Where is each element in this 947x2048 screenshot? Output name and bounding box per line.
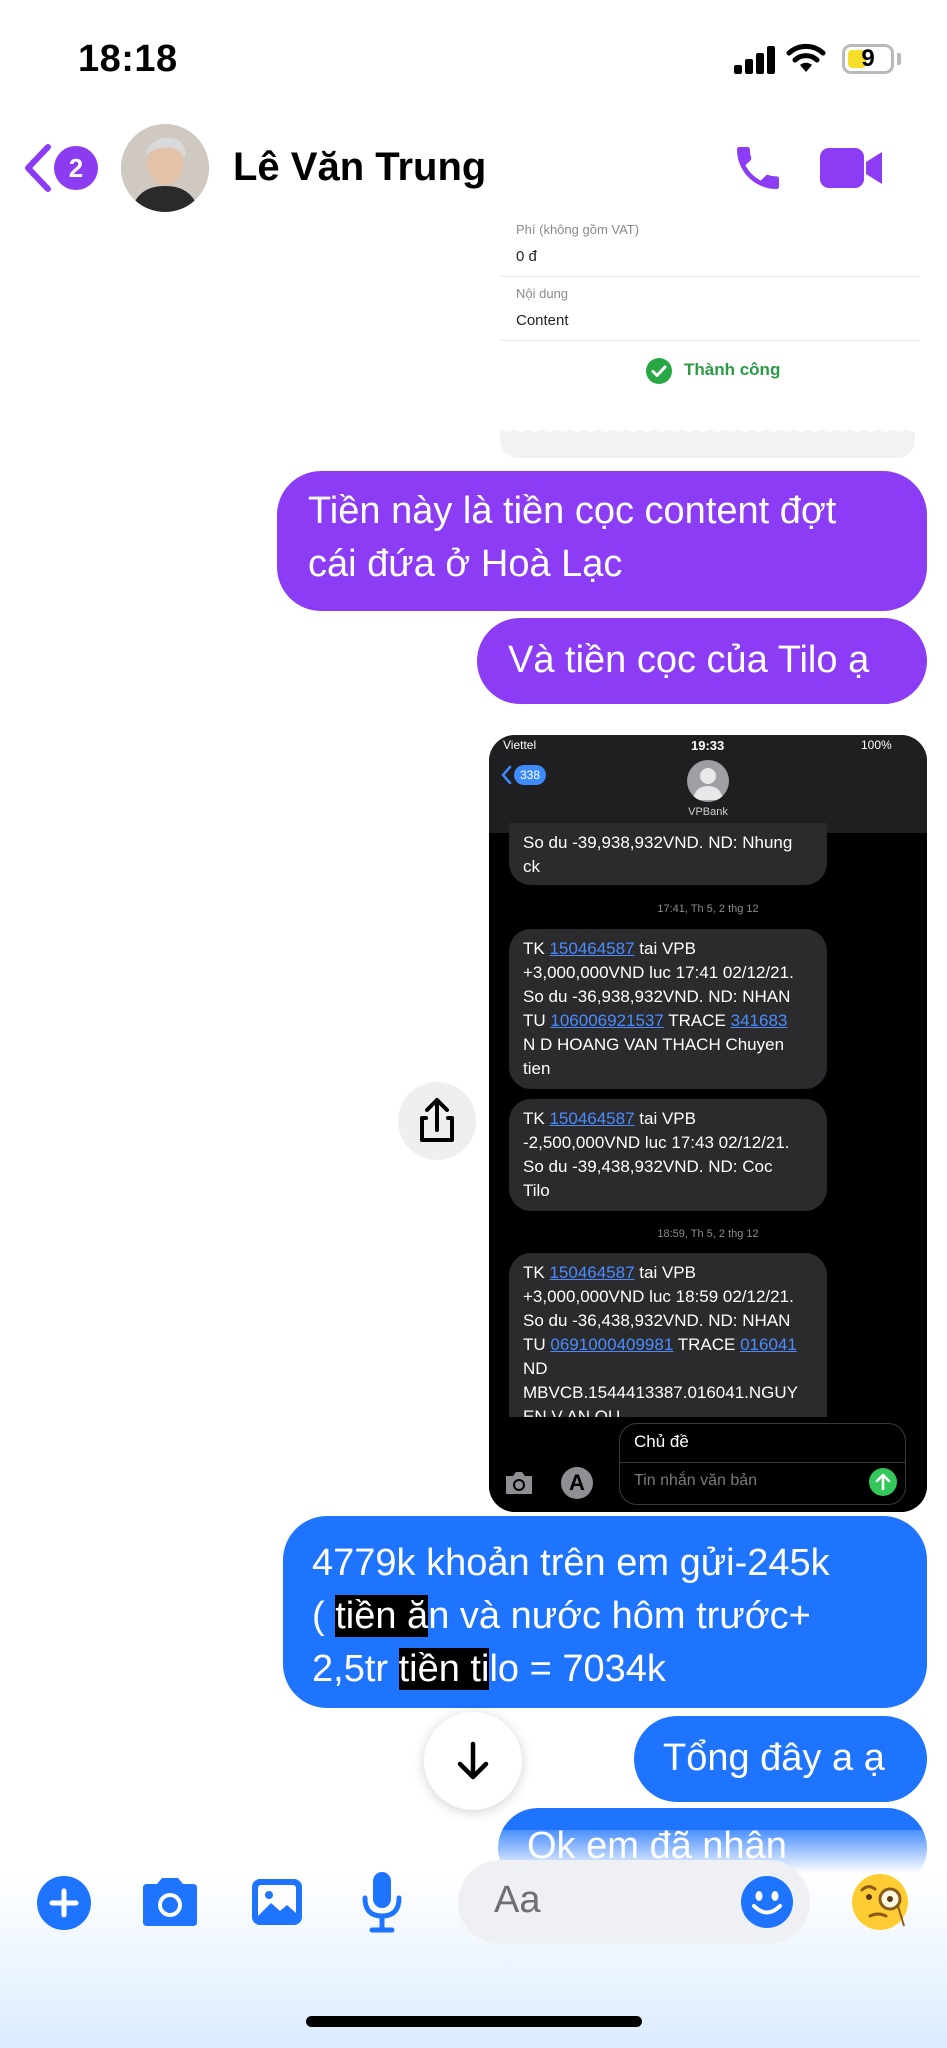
share-button[interactable] bbox=[398, 1082, 476, 1160]
message-text: 2,5tr bbox=[312, 1648, 399, 1690]
message-bubble-sent[interactable]: 4779k khoản trên em gửi-245k ( tiền ăn v… bbox=[283, 1516, 927, 1708]
sms-line: So du -39,938,932VND. ND: Nhung bbox=[523, 833, 793, 852]
divider bbox=[500, 340, 920, 341]
sms-carrier: Viettel bbox=[503, 738, 537, 752]
sms-text: TRACE bbox=[663, 1011, 731, 1030]
avatar bbox=[687, 760, 729, 802]
highlighted-text: tiền ti bbox=[398, 1648, 490, 1690]
microphone-icon[interactable] bbox=[358, 1870, 406, 1934]
camera-icon[interactable] bbox=[139, 1876, 201, 1928]
status-time: 18:18 bbox=[78, 38, 178, 80]
sms-line: tien bbox=[523, 1059, 551, 1078]
video-camera-icon[interactable] bbox=[818, 144, 884, 192]
sms-message: TK 150464587 tai VPB -2,500,000VND luc 1… bbox=[509, 1099, 827, 1211]
home-indicator bbox=[306, 2016, 642, 2027]
chevron-left-icon bbox=[501, 765, 512, 785]
message-text: 4779k khoản trên em gửi-245k bbox=[312, 1542, 830, 1584]
sms-account-link: 150464587 bbox=[549, 939, 635, 958]
message-text: Và tiền cọc của Tilo ạ bbox=[508, 639, 870, 681]
sms-line: ck bbox=[523, 857, 540, 876]
cellular-signal-icon bbox=[734, 46, 776, 74]
message-bubble-sent[interactable]: Tiền này là tiền cọc content đợt cái đứa… bbox=[277, 471, 927, 611]
success-check-icon bbox=[646, 358, 672, 384]
battery-icon: 9 bbox=[842, 44, 894, 74]
message-text: ( bbox=[312, 1595, 336, 1637]
monocle-face-icon[interactable] bbox=[850, 1872, 910, 1932]
receipt-fee-label: Phí (không gồm VAT) bbox=[516, 222, 640, 237]
sms-sender: VPBank bbox=[688, 806, 728, 818]
wifi-icon bbox=[786, 43, 826, 72]
message-text: cái đứa ở Hoà Lạc bbox=[308, 543, 623, 585]
share-icon bbox=[420, 1098, 454, 1142]
image-icon[interactable] bbox=[249, 1876, 305, 1928]
sms-timestamp: 17:41, Th 5, 2 thg 12 bbox=[657, 903, 759, 915]
divider bbox=[500, 276, 920, 277]
receipt-card: Phí (không gồm VAT) 0 đ Nội dung Content bbox=[500, 218, 920, 430]
sms-line: So du -36,938,932VND. ND: NHAN bbox=[523, 987, 791, 1006]
camera-icon bbox=[506, 1472, 532, 1494]
sms-text: TU bbox=[523, 1335, 551, 1354]
sms-ref-link: 106006921537 bbox=[550, 1011, 664, 1030]
sms-text: TK bbox=[523, 939, 550, 958]
sms-back-badge: 338 bbox=[514, 765, 546, 785]
sms-text: tai VPB bbox=[634, 1109, 696, 1128]
sms-ref-link: 0691000409981 bbox=[550, 1335, 674, 1354]
arrow-down-icon bbox=[457, 1741, 489, 1780]
sms-account-link: 150464587 bbox=[549, 1109, 635, 1128]
message-text: lo = 7034k bbox=[489, 1648, 666, 1690]
send-arrow-icon bbox=[869, 1468, 897, 1496]
smiley-icon[interactable] bbox=[740, 1875, 794, 1929]
message-bubble-sent[interactable]: Và tiền cọc của Tilo ạ bbox=[477, 618, 927, 704]
message-input-placeholder: Aa bbox=[494, 1879, 541, 1921]
sms-text: TRACE bbox=[673, 1335, 741, 1354]
divider bbox=[620, 1462, 905, 1463]
sms-line: +3,000,000VND luc 17:41 02/12/21. bbox=[523, 963, 794, 982]
message-bubble-sent[interactable]: Tổng đây a ạ bbox=[634, 1716, 927, 1802]
sms-text: TK bbox=[523, 1263, 550, 1282]
scroll-to-bottom-button[interactable] bbox=[424, 1712, 522, 1810]
sms-line: ND bbox=[523, 1359, 548, 1378]
sms-subject-label: Chủ đề bbox=[634, 1432, 689, 1451]
phone-icon[interactable] bbox=[730, 140, 786, 196]
message-text: n và nước hôm trước+ bbox=[428, 1595, 811, 1637]
sms-text: tai VPB bbox=[634, 939, 696, 958]
chevron-left-icon[interactable] bbox=[20, 143, 54, 193]
sms-text: TU bbox=[523, 1011, 551, 1030]
message-text: Tổng đây a ạ bbox=[663, 1737, 885, 1779]
sms-message: TK 150464587 tai VPB +3,000,000VND luc 1… bbox=[509, 929, 827, 1089]
shared-sms-screenshot[interactable]: Viettel 19:33 100% 338 VPBank So du -39,… bbox=[489, 735, 927, 1512]
receipt-fee-value: 0 đ bbox=[516, 248, 537, 265]
sms-text: TK bbox=[523, 1109, 550, 1128]
sms-timestamp: 18:59, Th 5, 2 thg 12 bbox=[657, 1228, 759, 1240]
app-store-icon: A bbox=[561, 1467, 593, 1499]
receipt-torn-edge bbox=[500, 420, 920, 432]
sms-time: 19:33 bbox=[691, 738, 725, 753]
sms-line: +3,000,000VND luc 18:59 02/12/21. bbox=[523, 1287, 794, 1306]
highlighted-text: tiền ă bbox=[335, 1595, 429, 1637]
battery-level: 9 bbox=[861, 45, 875, 72]
sms-account-link: 150464587 bbox=[549, 1263, 635, 1282]
sms-line: N D HOANG VAN THACH Chuyen bbox=[523, 1035, 785, 1054]
sms-message: So du -39,938,932VND. ND: Nhung ck bbox=[509, 823, 827, 885]
sms-line: Tilo bbox=[523, 1181, 550, 1200]
sms-line: -2,500,000VND luc 17:43 02/12/21. bbox=[523, 1133, 790, 1152]
receipt-status: Thành công bbox=[684, 360, 781, 379]
plus-icon[interactable] bbox=[36, 1875, 92, 1931]
sms-text-placeholder: Tin nhắn văn bản bbox=[634, 1472, 758, 1489]
sms-ref-link: 016041 bbox=[740, 1335, 797, 1354]
sms-line: MBVCB.1544413387.016041.NGUY bbox=[523, 1383, 799, 1402]
sms-battery: 100% bbox=[861, 738, 892, 752]
sms-line: So du -36,438,932VND. ND: NHAN bbox=[523, 1311, 791, 1330]
contact-name[interactable]: Lê Văn Trung bbox=[233, 145, 486, 190]
sms-compose-field: Chủ đề Tin nhắn văn bản bbox=[619, 1423, 906, 1505]
sms-line: So du -39,438,932VND. ND: Coc bbox=[523, 1157, 773, 1176]
unread-count-badge[interactable]: 2 bbox=[54, 146, 98, 190]
avatar[interactable] bbox=[121, 124, 209, 212]
message-text: Tiền này là tiền cọc content đợt bbox=[308, 490, 837, 532]
sms-ref-link: 341683 bbox=[730, 1011, 788, 1030]
receipt-content-value: Content bbox=[516, 312, 569, 329]
sms-text: tai VPB bbox=[634, 1263, 696, 1282]
battery-tip bbox=[897, 53, 901, 65]
receipt-content-label: Nội dung bbox=[516, 286, 569, 301]
